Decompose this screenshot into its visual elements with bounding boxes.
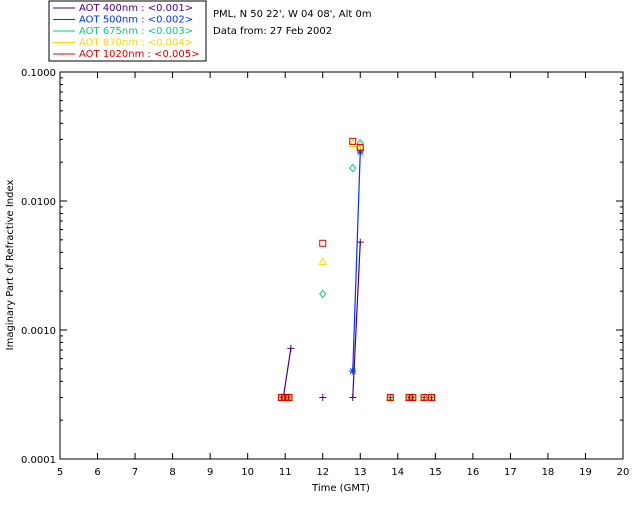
info-date: Data from: 27 Feb 2002	[213, 26, 332, 37]
data-point	[319, 239, 327, 247]
data-point	[319, 289, 327, 299]
axis-ticks: 5 6 7 8 9 10 11 12 13 14 15 16 17 18 19 20 0.0001 0.0010 0…	[21, 68, 629, 478]
x-tick-label: 17	[504, 467, 517, 478]
legend-entry: AOT 870nm : <0.004>	[79, 38, 193, 49]
x-tick-label: 9	[207, 467, 213, 478]
data-point	[348, 138, 358, 147]
x-tick-label: 6	[94, 467, 100, 478]
legend-entry: AOT 500nm : <0.002>	[79, 15, 193, 26]
chart: AOT 400nm : <0.001>AOT 500nm : <0.002>AO…	[5, 0, 629, 494]
x-tick-label: 5	[57, 467, 63, 478]
x-tick-label: 14	[391, 467, 404, 478]
legend-entry: AOT 400nm : <0.001>	[79, 3, 193, 14]
plot-frame	[59, 71, 624, 460]
data-point	[287, 344, 295, 352]
series-line	[282, 348, 292, 398]
x-tick-label: 18	[542, 467, 555, 478]
info-location: PML, N 50 22', W 04 08', Alt 0m	[213, 9, 372, 20]
data-point	[349, 163, 357, 173]
x-tick-label: 11	[279, 467, 292, 478]
y-tick-label: 0.0100	[21, 197, 56, 208]
x-tick-label: 8	[169, 467, 175, 478]
x-tick-label: 19	[579, 467, 592, 478]
x-tick-label: 15	[429, 467, 442, 478]
x-tick-label: 7	[132, 467, 138, 478]
y-tick-label: 0.0001	[21, 455, 56, 466]
x-axis-label: Time (GMT)	[311, 483, 370, 494]
x-tick-label: 20	[617, 467, 630, 478]
data-point	[356, 148, 364, 156]
x-tick-label: 12	[316, 467, 329, 478]
plot-marks	[277, 137, 436, 402]
legend-entry: AOT 675nm : <0.003>	[79, 26, 193, 37]
data-point	[318, 256, 328, 265]
legend-entry: AOT 1020nm : <0.005>	[79, 49, 199, 60]
data-point	[349, 367, 357, 375]
data-point	[349, 393, 357, 401]
y-tick-label: 0.0010	[21, 326, 56, 337]
x-tick-label: 13	[354, 467, 367, 478]
x-tick-label: 10	[241, 467, 254, 478]
y-axis-label: Imaginary Part of Refractive Index	[5, 180, 16, 351]
data-point	[319, 393, 327, 401]
x-tick-label: 16	[466, 467, 479, 478]
y-tick-label: 0.1000	[21, 68, 56, 79]
